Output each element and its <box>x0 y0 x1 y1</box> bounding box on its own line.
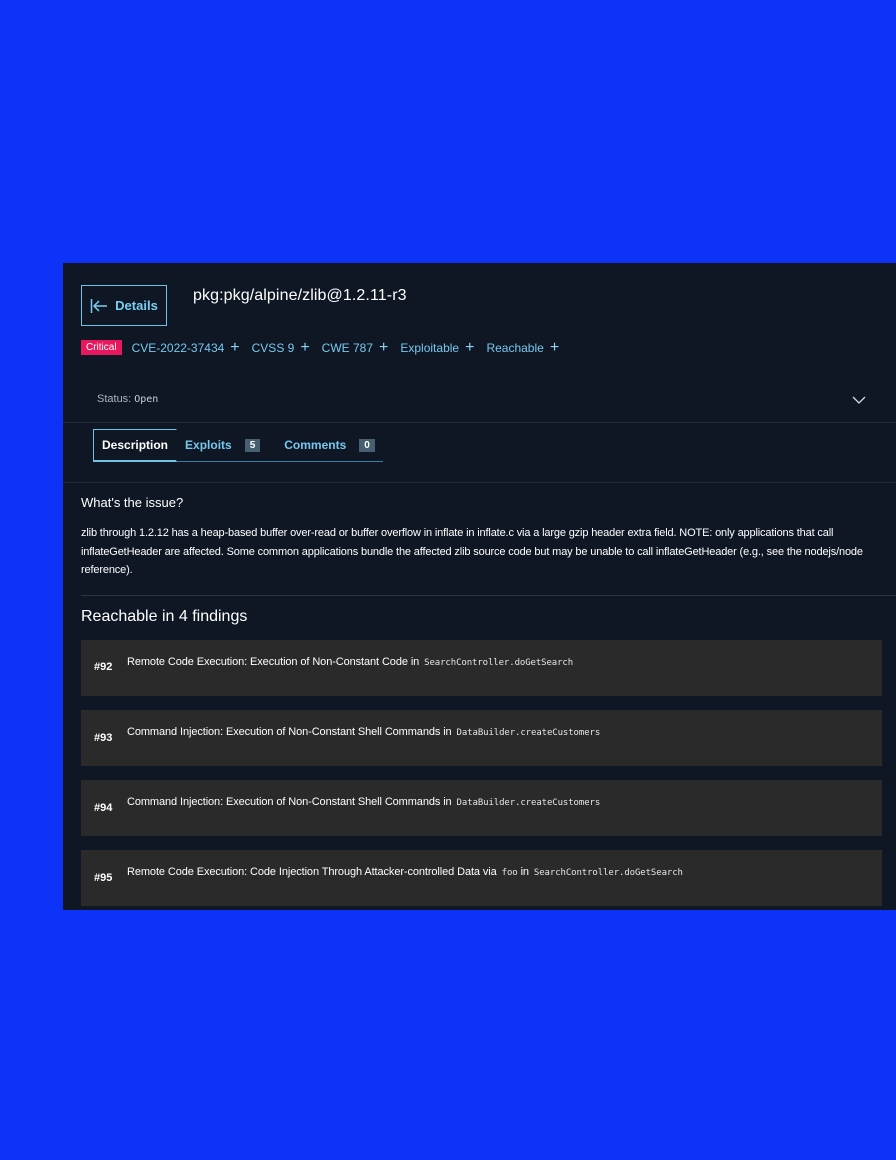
finding-number: #95 <box>94 872 113 884</box>
finding-title-text: Command Injection: Execution of Non-Cons… <box>127 796 452 808</box>
vulnerability-details-panel: Details pkg:pkg/alpine/zlib@1.2.11-r3 Cr… <box>63 263 896 910</box>
exploits-count-badge: 5 <box>244 438 261 452</box>
tag-cve[interactable]: CVE-2022-37434 + <box>131 338 240 356</box>
issue-heading: What's the issue? <box>81 495 184 510</box>
tab-description[interactable]: Description <box>93 429 178 462</box>
finding-code: DataBuilder.createCustomers <box>456 728 601 738</box>
back-to-details-button[interactable]: Details <box>81 285 167 326</box>
package-title: pkg:pkg/alpine/zlib@1.2.11-r3 <box>193 287 407 304</box>
issue-description: zlib through 1.2.12 has a heap-based buf… <box>81 527 863 576</box>
finding-item[interactable]: #92 Remote Code Execution: Execution of … <box>81 640 882 696</box>
tag-cwe[interactable]: CWE 787 + <box>321 338 389 356</box>
finding-number: #93 <box>94 732 113 744</box>
tag-label: Reachable <box>486 340 544 355</box>
finding-title: Remote Code Execution: Execution of Non-… <box>127 656 573 668</box>
tab-bar: Description Exploits 5 Comments 0 <box>93 429 383 462</box>
finding-code: DataBuilder.createCustomers <box>456 798 601 808</box>
finding-title-connector: in <box>520 866 529 878</box>
tab-label: Exploits <box>185 438 232 452</box>
tag-label: CVSS 9 <box>251 340 295 355</box>
finding-code: SearchController.doGetSearch <box>424 658 574 668</box>
finding-item[interactable]: #95 Remote Code Execution: Code Injectio… <box>81 850 882 906</box>
finding-title-text: Command Injection: Execution of Non-Cons… <box>127 726 452 738</box>
chevron-down-icon[interactable] <box>852 393 866 407</box>
tab-comments[interactable]: Comments 0 <box>268 429 383 462</box>
finding-title-text: Remote Code Execution: Execution of Non-… <box>127 656 420 668</box>
reachable-heading: Reachable in 4 findings <box>81 608 248 625</box>
tab-exploits[interactable]: Exploits 5 <box>177 429 269 462</box>
tag-reachable[interactable]: Reachable + <box>486 338 560 356</box>
finding-number: #92 <box>94 661 113 673</box>
tag-row: Critical CVE-2022-37434 + CVSS 9 + CWE 787… <box>81 338 571 356</box>
tab-label: Comments <box>284 438 347 452</box>
tag-exploitable[interactable]: Exploitable + <box>400 338 475 356</box>
severity-badge: Critical <box>81 340 122 355</box>
status-row[interactable]: Status: Open <box>63 381 896 423</box>
finding-code-arg: foo <box>501 868 518 878</box>
status-label: Status: Open <box>97 393 158 405</box>
finding-title: Command Injection: Execution of Non-Cons… <box>127 796 600 808</box>
divider <box>63 482 896 483</box>
arrow-left-icon <box>90 298 108 313</box>
plus-icon: + <box>465 338 475 356</box>
findings-list: #92 Remote Code Execution: Execution of … <box>81 640 882 910</box>
plus-icon: + <box>379 338 389 356</box>
tab-label: Description <box>102 438 169 452</box>
plus-icon: + <box>549 338 560 356</box>
finding-title-text: Remote Code Execution: Code Injection Th… <box>127 866 497 878</box>
finding-title: Command Injection: Execution of Non-Cons… <box>127 726 600 738</box>
finding-item[interactable]: #93 Command Injection: Execution of Non-… <box>81 710 882 766</box>
plus-icon: + <box>230 338 240 356</box>
status-value: Open <box>134 394 159 405</box>
divider <box>81 595 896 596</box>
finding-title: Remote Code Execution: Code Injection Th… <box>127 866 683 878</box>
finding-code: SearchController.doGetSearch <box>533 868 683 878</box>
status-label-text: Status: <box>97 393 132 405</box>
finding-item[interactable]: #94 Command Injection: Execution of Non-… <box>81 780 882 836</box>
tag-label: CWE 787 <box>321 340 374 355</box>
back-button-label: Details <box>115 298 158 313</box>
comments-count-badge: 0 <box>359 438 375 452</box>
tag-cvss[interactable]: CVSS 9 + <box>251 338 310 356</box>
tag-label: Exploitable <box>400 340 460 355</box>
plus-icon: + <box>300 338 310 356</box>
finding-number: #94 <box>94 802 113 814</box>
tag-label: CVE-2022-37434 <box>131 340 225 355</box>
